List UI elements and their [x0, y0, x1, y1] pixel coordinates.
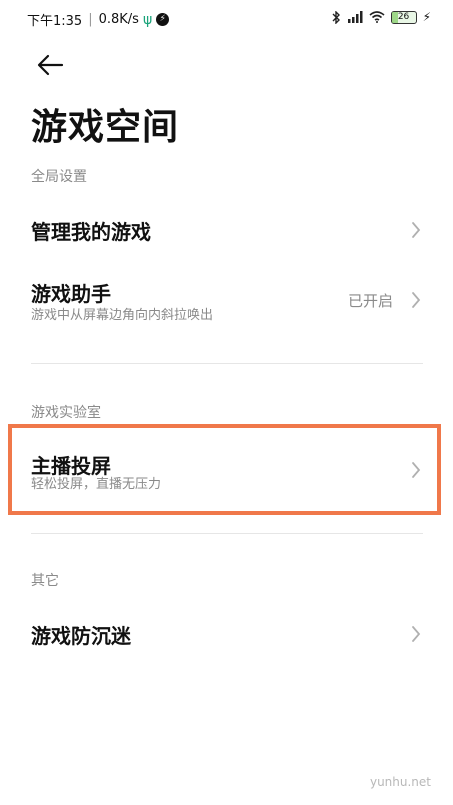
section-heading-lab: 游戏实验室 — [31, 405, 101, 421]
game-assistant-status: 已开启 — [347, 292, 393, 310]
game-assistant-row[interactable]: 游戏助手 游戏中从屏幕边角向内斜拉唤出 已开启 — [0, 270, 453, 330]
section-heading-global: 全局设置 — [31, 169, 87, 185]
chevron-right-icon — [412, 626, 421, 642]
wifi-icon — [369, 11, 385, 23]
status-time: 下午1:35 — [27, 14, 83, 29]
section-divider — [31, 363, 423, 364]
status-bar-left: 下午1:35 | 0.8K/s ψ ⚡ — [27, 10, 170, 29]
status-separator: | — [88, 12, 93, 27]
manage-games-row[interactable]: 管理我的游戏 — [0, 200, 453, 260]
game-assistant-title: 游戏助手 — [31, 282, 111, 306]
page-title: 游戏空间 — [31, 107, 180, 148]
status-network-speed: 0.8K/s — [98, 12, 139, 27]
battery-icon: 26 — [390, 10, 417, 24]
back-arrow-icon[interactable] — [36, 52, 66, 78]
chevron-right-icon — [412, 222, 421, 238]
section-divider — [31, 533, 423, 534]
status-bar-right: 26 ⚡ — [332, 10, 431, 24]
lightning-circle-icon: ⚡ — [156, 13, 170, 26]
game-assistant-subtitle: 游戏中从屏幕边角向内斜拉唤出 — [31, 308, 214, 323]
highlight-box — [8, 424, 441, 515]
watermark: yunhu.net — [369, 775, 431, 789]
manage-games-title: 管理我的游戏 — [31, 220, 151, 244]
anti-addiction-title: 游戏防沉迷 — [31, 624, 131, 648]
battery-level: 26 — [397, 11, 410, 22]
signal-icon — [347, 11, 363, 23]
charging-icon: ⚡ — [422, 10, 431, 24]
chevron-right-icon — [412, 292, 421, 308]
status-bar: 下午1:35 | 0.8K/s ψ ⚡ 26 ⚡ — [0, 0, 453, 40]
section-heading-other: 其它 — [31, 573, 59, 589]
bluetooth-icon — [332, 10, 340, 24]
usb-icon: ψ — [142, 11, 153, 28]
anti-addiction-row[interactable]: 游戏防沉迷 — [0, 604, 453, 664]
